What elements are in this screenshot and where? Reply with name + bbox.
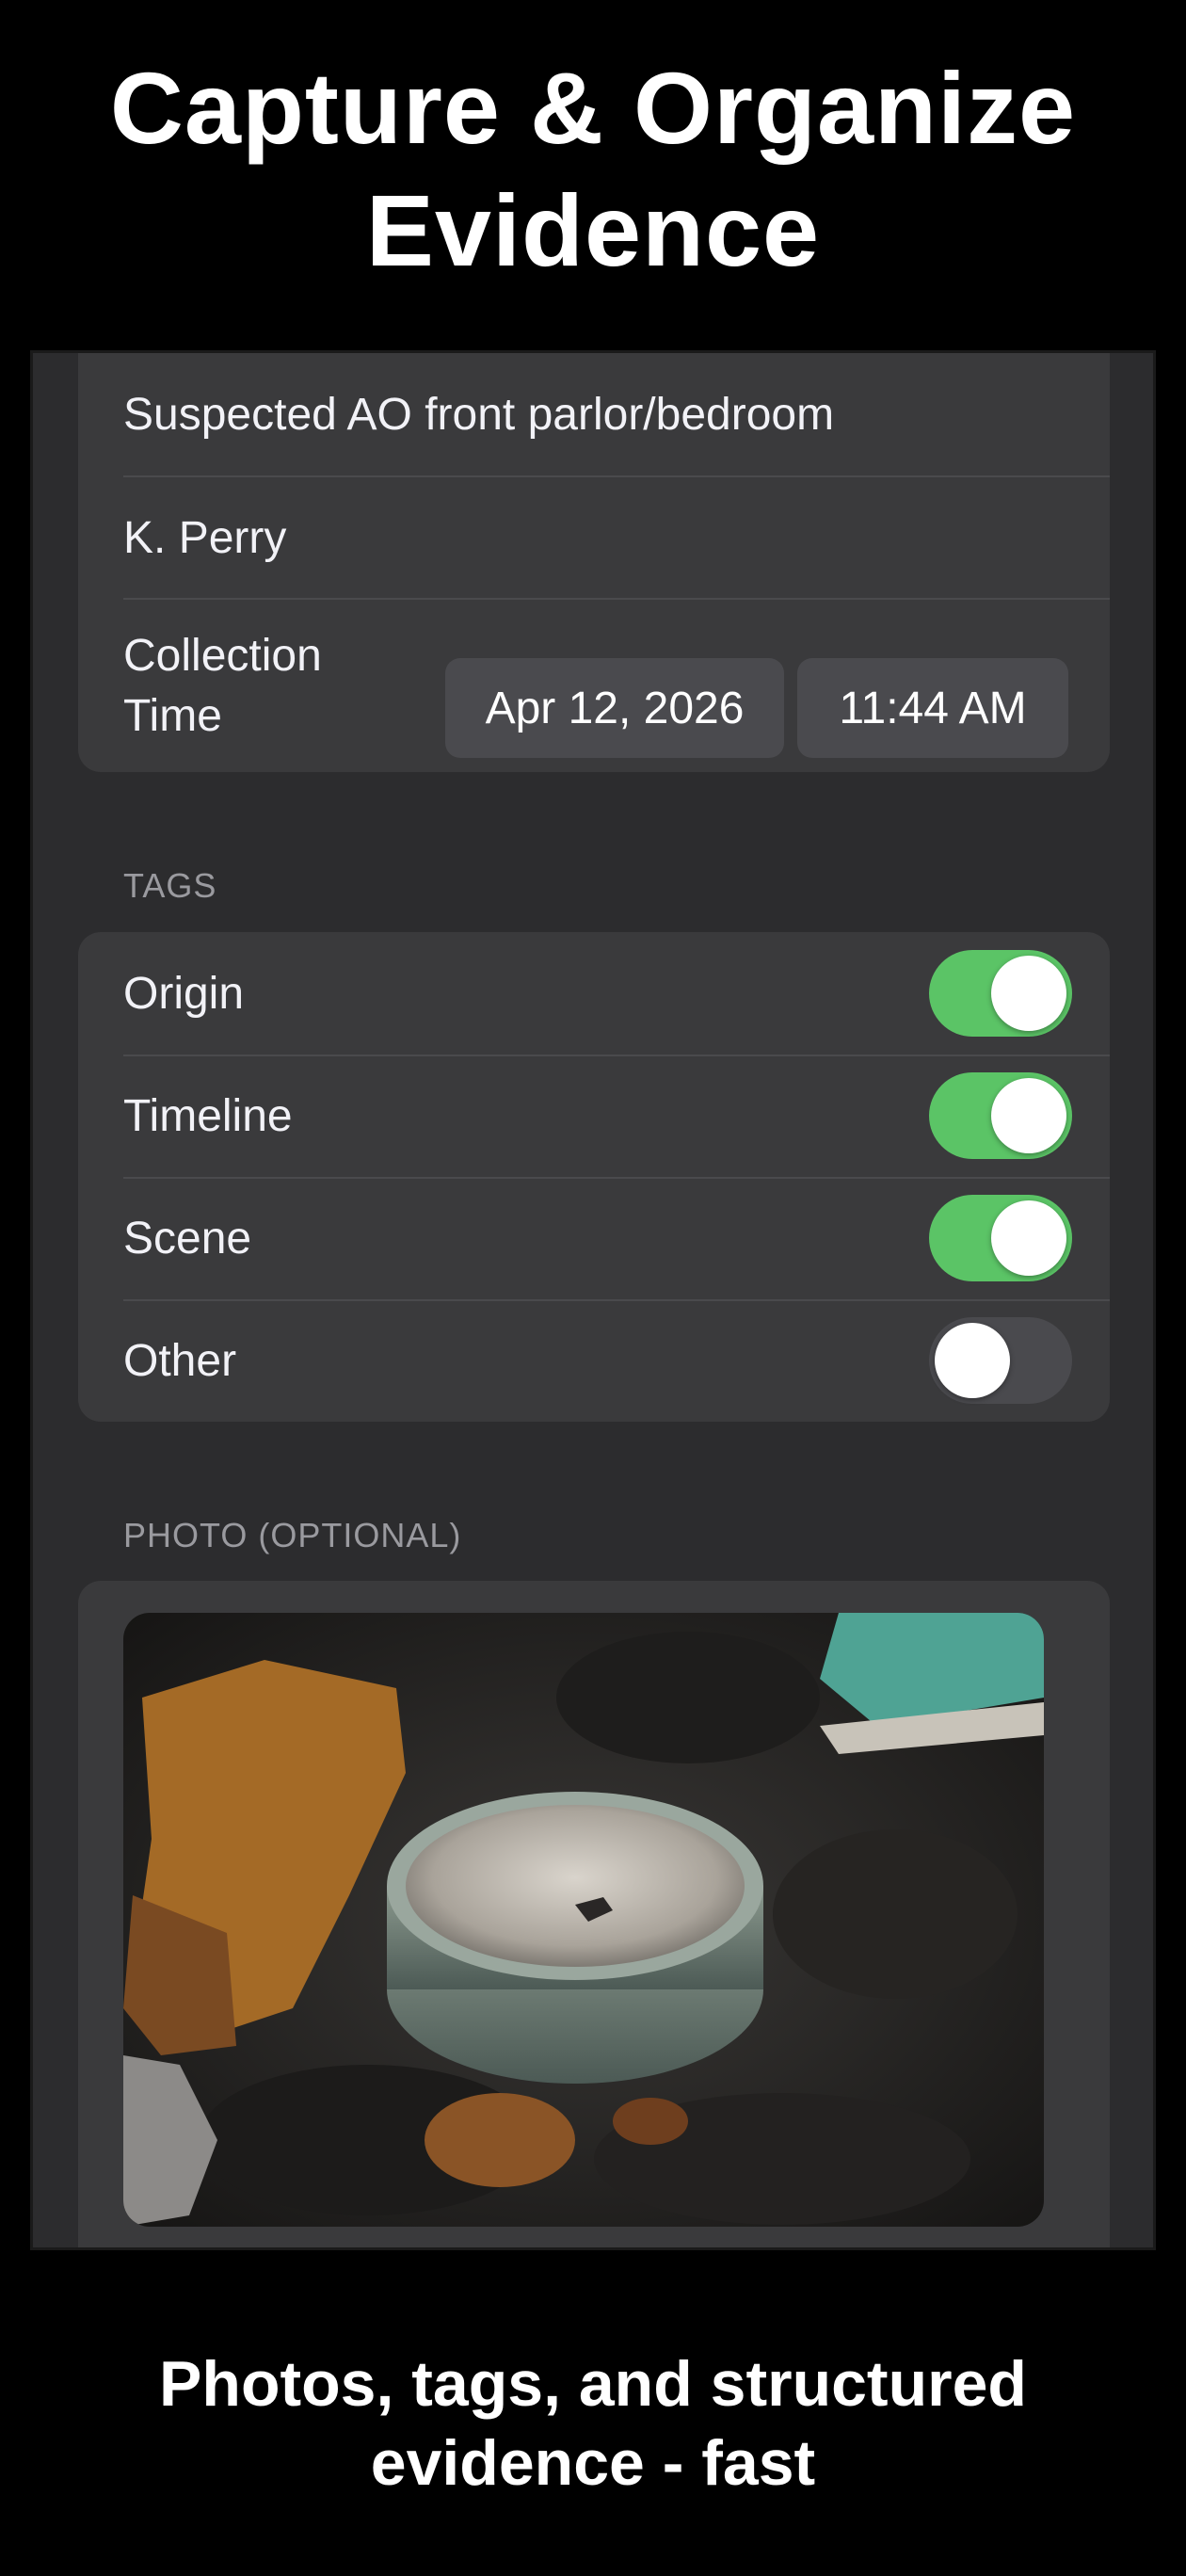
- evidence-photo-image: [123, 1613, 1044, 2227]
- tags-card: Origin Timeline Scene Other: [78, 932, 1110, 1422]
- toggle-knob: [991, 1078, 1066, 1153]
- headline: Capture & Organize Evidence: [0, 47, 1186, 292]
- location-value: Suspected AO front parlor/bedroom: [123, 389, 835, 440]
- tag-row-other: Other: [123, 1299, 1110, 1422]
- tagline-line-1: Photos, tags, and structured: [159, 2348, 1027, 2420]
- collector-field[interactable]: K. Perry: [123, 477, 1110, 598]
- tags-header: TAGS: [123, 866, 217, 905]
- photo-card: [78, 1581, 1110, 2247]
- app-screen: Suspected AO front parlor/bedroom K. Per…: [30, 350, 1156, 2250]
- tagline-line-2: evidence - fast: [370, 2427, 816, 2499]
- details-card: Suspected AO front parlor/bedroom K. Per…: [78, 353, 1110, 772]
- tag-row-origin: Origin: [123, 932, 1110, 1055]
- evidence-photo[interactable]: [123, 1613, 1044, 2227]
- tag-toggle-timeline[interactable]: [929, 1072, 1072, 1159]
- tag-label-other: Other: [123, 1335, 237, 1386]
- tag-row-timeline: Timeline: [123, 1055, 1110, 1177]
- photo-header: PHOTO (OPTIONAL): [123, 1516, 462, 1554]
- date-picker-button[interactable]: Apr 12, 2026: [445, 658, 784, 758]
- toggle-knob: [935, 1323, 1010, 1398]
- tag-label-scene: Scene: [123, 1213, 252, 1264]
- toggle-knob: [991, 1200, 1066, 1276]
- tagline: Photos, tags, and structured evidence - …: [0, 2344, 1186, 2503]
- tag-toggle-other[interactable]: [929, 1317, 1072, 1404]
- tag-toggle-scene[interactable]: [929, 1195, 1072, 1281]
- headline-line-2: Evidence: [365, 173, 821, 287]
- tag-label-origin: Origin: [123, 968, 245, 1019]
- location-field[interactable]: Suspected AO front parlor/bedroom: [123, 353, 1110, 475]
- time-picker-button[interactable]: 11:44 AM: [797, 658, 1068, 758]
- tag-label-timeline: Timeline: [123, 1090, 293, 1141]
- collector-value: K. Perry: [123, 512, 287, 563]
- tag-row-scene: Scene: [123, 1177, 1110, 1299]
- toggle-knob: [991, 956, 1066, 1031]
- collection-time-label: Collection Time: [123, 630, 322, 741]
- headline-line-1: Capture & Organize: [109, 51, 1077, 165]
- tag-toggle-origin[interactable]: [929, 950, 1072, 1037]
